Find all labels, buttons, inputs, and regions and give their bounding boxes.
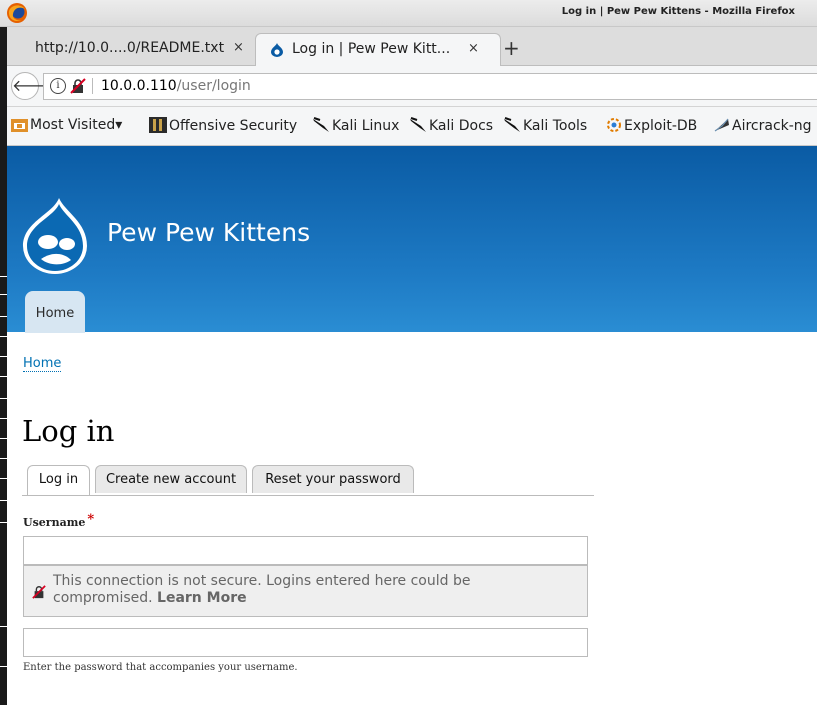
url-text[interactable]: 10.0.0.110/user/login xyxy=(101,78,251,94)
bookmark-label: Aircrack-ng xyxy=(732,118,812,134)
password-input[interactable] xyxy=(23,628,588,657)
tab-create-new-account[interactable]: Create new account xyxy=(95,465,247,493)
new-tab-button[interactable]: + xyxy=(503,36,520,60)
bookmark-kali-tools[interactable]: Kali Tools xyxy=(503,117,587,134)
breadcrumb-home-link[interactable]: Home xyxy=(23,356,62,372)
site-header: Pew Pew Kittens Home xyxy=(7,146,817,333)
chevron-down-icon: ▾ xyxy=(115,117,123,133)
navigation-bar: 🡐 i 10.0.0.110/user/login xyxy=(7,66,817,107)
site-info-icon[interactable]: i xyxy=(50,78,66,94)
site-name[interactable]: Pew Pew Kittens xyxy=(107,218,310,247)
bookmark-label: Kali Linux xyxy=(332,118,400,134)
login-tabs: Log in Create new account Reset your pas… xyxy=(22,464,594,496)
url-path: /user/login xyxy=(176,78,251,94)
tab-log-in[interactable]: Log in xyxy=(27,465,90,495)
required-asterisk: * xyxy=(87,512,95,527)
kali-dragon-icon xyxy=(410,117,426,132)
bookmark-aircrack-ng[interactable]: Aircrack-ng xyxy=(714,117,812,134)
username-label-text: Username xyxy=(23,516,86,529)
bookmark-kali-docs[interactable]: Kali Docs xyxy=(409,117,493,134)
insecure-login-warning: This connection is not secure. Logins en… xyxy=(23,565,588,617)
drupal-favicon-icon xyxy=(271,43,283,57)
kali-dragon-icon xyxy=(504,117,520,132)
bookmark-label: Offensive Security xyxy=(169,118,298,134)
tab-label: Log in | Pew Pew Kitt... xyxy=(292,41,451,57)
tab-login[interactable]: Log in | Pew Pew Kitt... × xyxy=(255,33,501,66)
url-host: 10.0.0.110 xyxy=(101,78,177,94)
tab-label: http://10.0....0/README.txt xyxy=(35,40,225,56)
offensive-security-icon xyxy=(149,117,167,133)
nav-home-label: Home xyxy=(35,306,75,321)
bookmark-label: Kali Docs xyxy=(429,118,494,134)
background-window-strip xyxy=(0,26,7,705)
aircrack-icon xyxy=(714,118,729,132)
bookmark-label: Exploit-DB xyxy=(624,118,698,134)
drupal-logo-icon[interactable] xyxy=(21,196,89,276)
bookmark-label: Kali Tools xyxy=(523,118,588,134)
tab-strip: http://10.0....0/README.txt × Log in | P… xyxy=(7,27,817,66)
bookmark-offensive-security[interactable]: Offensive Security xyxy=(149,117,297,134)
bookmark-most-visited[interactable]: Most Visited▾ xyxy=(11,117,122,133)
window-titlebar: Log in | Pew Pew Kittens - Mozilla Firef… xyxy=(0,0,817,27)
insecure-lock-icon[interactable] xyxy=(70,78,86,94)
warning-text: This connection is not secure. Logins en… xyxy=(53,573,471,606)
username-input[interactable] xyxy=(23,536,588,565)
tab-readme[interactable]: http://10.0....0/README.txt × xyxy=(27,33,267,65)
tab-close-icon[interactable]: × xyxy=(233,40,244,55)
bookmarks-toolbar: Most Visited▾ Offensive Security Kali Li… xyxy=(7,107,817,146)
window-title: Log in | Pew Pew Kittens - Mozilla Firef… xyxy=(561,6,795,17)
nav-home-tab[interactable]: Home xyxy=(25,291,85,333)
username-label: Username * xyxy=(23,512,95,530)
firefox-logo-icon xyxy=(7,3,27,23)
bookmark-label: Most Visited xyxy=(30,117,116,133)
tab-reset-password[interactable]: Reset your password xyxy=(252,465,414,493)
insecure-lock-icon xyxy=(32,585,46,599)
password-description: Enter the password that accompanies your… xyxy=(23,662,298,673)
exploit-db-icon xyxy=(607,118,621,132)
tab-close-icon[interactable]: × xyxy=(468,41,479,56)
folder-icon xyxy=(11,119,28,132)
url-bar[interactable]: i 10.0.0.110/user/login xyxy=(43,73,817,100)
bookmark-kali-linux[interactable]: Kali Linux xyxy=(312,117,399,134)
page-title: Log in xyxy=(22,414,115,448)
back-button[interactable]: 🡐 xyxy=(11,72,55,100)
url-separator xyxy=(92,78,93,94)
bookmark-exploit-db[interactable]: Exploit-DB xyxy=(606,117,697,134)
learn-more-link[interactable]: Learn More xyxy=(157,590,247,606)
kali-dragon-icon xyxy=(313,117,329,132)
warning-message: This connection is not secure. Logins en… xyxy=(53,573,553,607)
